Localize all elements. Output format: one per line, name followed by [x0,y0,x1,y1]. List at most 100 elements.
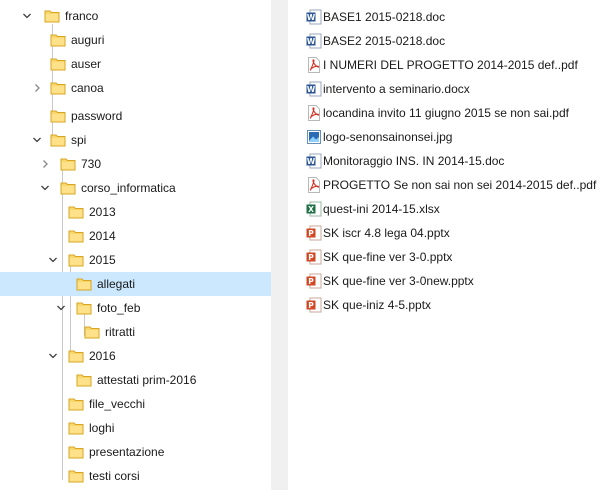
tree-item-label: file_vecchi [89,397,146,411]
tree-item-ritratti[interactable]: ritratti [0,320,271,344]
file-list-item[interactable]: logo-senonsainonsei.jpg [300,126,600,148]
file-list-item[interactable]: P SK que-fine ver 3-0new.pptx [300,270,600,292]
file-list-item[interactable]: P SK que-iniz 4-5.pptx [300,294,600,316]
tree-item-foto-feb[interactable]: foto_feb [0,296,271,320]
file-list-item[interactable]: locandina invito 11 giugno 2015 se non s… [300,102,600,124]
folder-tree-pane[interactable]: franco auguri auser canoa password spi 730 cors… [0,0,271,490]
chevron-down-icon[interactable] [32,135,42,145]
folder-icon [68,444,84,460]
word-icon: W [306,9,322,25]
tree-item-canoa[interactable]: canoa [0,76,271,100]
svg-text:P: P [308,229,314,238]
tree-item-attestati-prim-2016[interactable]: attestati prim-2016 [0,368,271,392]
chevron-right-icon[interactable] [32,83,42,93]
tree-item-label: 2016 [89,349,116,363]
tree-item-label: canoa [71,81,104,95]
tree-item-label: 730 [81,157,102,171]
svg-text:X: X [308,205,314,214]
file-name: PROGETTO Se non sai non sei 2014-2015 de… [323,178,597,192]
file-list-item[interactable]: W BASE1 2015-0218.doc [300,6,600,28]
chevron-down-icon[interactable] [48,255,58,265]
tree-item-presentazione[interactable]: presentazione [0,440,271,464]
file-list-item[interactable]: P SK iscr 4.8 lega 04.pptx [300,222,600,244]
file-name: logo-senonsainonsei.jpg [323,130,453,144]
folder-icon [50,32,66,48]
folder-icon [50,56,66,72]
file-name: intervento a seminario.docx [323,82,470,96]
tree-item-auguri[interactable]: auguri [0,28,271,52]
chevron-right-icon[interactable] [40,159,50,169]
tree-item-label: corso_informatica [81,181,176,195]
tree-item-corso-informatica[interactable]: corso_informatica [0,176,271,200]
svg-text:P: P [308,301,314,310]
file-name: BASE2 2015-0218.doc [323,34,446,48]
file-name: SK que-fine ver 3-0.pptx [323,250,453,264]
file-list-pane[interactable]: W BASE1 2015-0218.doc W BASE2 2015-0218.doc… [300,0,600,490]
tree-item-franco[interactable]: franco [0,4,271,28]
tree-item-label: 2013 [89,205,116,219]
tree-item-label: password [71,109,123,123]
file-list-item[interactable]: P SK que-fine ver 3-0.pptx [300,246,600,268]
folder-icon [68,468,84,484]
folder-icon [44,8,60,24]
tree-item-label: attestati prim-2016 [97,373,197,387]
tree-item-allegati[interactable]: allegati [0,272,271,296]
tree-item-label: 2015 [89,253,116,267]
file-name: BASE1 2015-0218.doc [323,10,446,24]
chevron-down-icon[interactable] [48,351,58,361]
folder-icon [60,180,76,196]
tree-item-2013[interactable]: 2013 [0,200,271,224]
file-list-item[interactable]: Xquest-ini 2014-15.xlsx [300,198,600,220]
tree-item-label: foto_feb [97,301,141,315]
svg-text:W: W [307,37,316,46]
file-list-item[interactable]: I NUMERI DEL PROGETTO 2014-2015 def..pdf [300,54,600,76]
word-icon: W [306,153,322,169]
tree-item-label: testi corsi [89,469,140,483]
file-list-item[interactable]: PROGETTO Se non sai non sei 2014-2015 de… [300,174,600,196]
folder-icon [68,204,84,220]
powerpoint-icon: P [306,249,322,265]
file-name: SK iscr 4.8 lega 04.pptx [323,226,450,240]
tree-item-2016[interactable]: 2016 [0,344,271,368]
file-name: Monitoraggio INS. IN 2014-15.doc [323,154,505,168]
file-name: SK que-iniz 4-5.pptx [323,298,432,312]
tree-item-2015[interactable]: 2015 [0,248,271,272]
chevron-down-icon[interactable] [40,183,50,193]
excel-icon: X [306,201,322,217]
tree-item-testi-corsi[interactable]: testi corsi [0,464,271,488]
pdf-icon [306,105,322,121]
tree-item-2014[interactable]: 2014 [0,224,271,248]
folder-icon [68,228,84,244]
folder-icon [76,276,92,292]
tree-item-password[interactable]: password [0,104,271,128]
file-list-item[interactable]: W BASE2 2015-0218.doc [300,30,600,52]
file-list-item[interactable]: W Monitoraggio INS. IN 2014-15.doc [300,150,600,172]
svg-text:P: P [308,277,314,286]
chevron-down-icon[interactable] [22,11,32,21]
tree-item-730[interactable]: 730 [0,152,271,176]
tree-item-file-vecchi[interactable]: file_vecchi [0,392,271,416]
tree-item-spi[interactable]: spi [0,128,271,152]
file-name: I NUMERI DEL PROGETTO 2014-2015 def..pdf [323,58,578,72]
powerpoint-icon: P [306,225,322,241]
word-icon: W [306,81,322,97]
tree-item-label: franco [65,9,99,23]
tree-item-loghi[interactable]: loghi [0,416,271,440]
file-name: locandina invito 11 giugno 2015 se non s… [323,106,569,120]
powerpoint-icon: P [306,297,322,313]
tree-item-label: 2014 [89,229,116,243]
tree-item-label: auser [71,57,102,71]
folder-icon [50,80,66,96]
powerpoint-icon: P [306,273,322,289]
tree-item-auser[interactable]: auser [0,52,271,76]
folder-icon [68,396,84,412]
folder-icon [68,420,84,436]
folder-icon [50,132,66,148]
tree-item-label: presentazione [89,445,165,459]
pdf-icon [306,57,322,73]
chevron-down-icon[interactable] [56,303,66,313]
file-list-item[interactable]: Wintervento a seminario.docx [300,78,600,100]
pane-splitter[interactable] [271,0,288,490]
svg-text:P: P [308,253,314,262]
folder-icon [84,324,100,340]
